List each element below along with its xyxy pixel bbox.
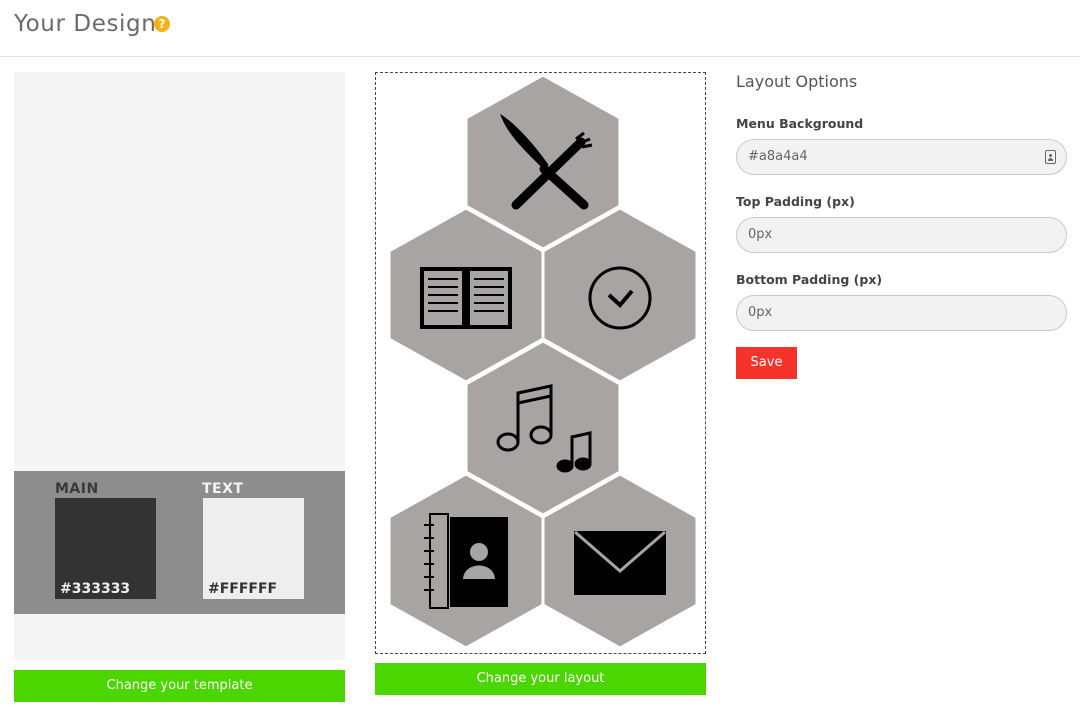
page-header: Your Design ? xyxy=(0,0,1080,57)
menu-background-value: #a8a4a4 xyxy=(748,149,808,164)
layout-options-panel: Layout Options Menu Background #a8a4a4 T… xyxy=(736,70,1067,379)
main-color-label: MAIN xyxy=(55,481,99,497)
change-template-button[interactable]: Change your template xyxy=(14,670,345,702)
top-padding-value: 0px xyxy=(748,227,773,242)
bottom-padding-value: 0px xyxy=(748,305,773,320)
hex-menu xyxy=(387,73,699,650)
main-color-code: #333333 xyxy=(60,581,131,597)
envelope-icon xyxy=(574,530,666,595)
template-preview: MAIN TEXT #333333 #FFFFFF xyxy=(14,72,345,660)
text-color-code: #FFFFFF xyxy=(208,581,278,597)
color-swatch-band: MAIN TEXT #333333 #FFFFFF xyxy=(14,471,345,614)
options-title: Layout Options xyxy=(736,72,858,91)
top-padding-label: Top Padding (px) xyxy=(736,194,855,209)
menu-background-input[interactable]: #a8a4a4 xyxy=(736,139,1067,175)
question-circle-icon[interactable]: ? xyxy=(154,16,170,32)
layout-preview xyxy=(375,72,706,654)
contact-card-icon[interactable] xyxy=(1045,150,1056,164)
bottom-padding-label: Bottom Padding (px) xyxy=(736,272,883,287)
text-color-swatch: #FFFFFF xyxy=(203,498,304,599)
change-layout-button[interactable]: Change your layout xyxy=(375,663,706,695)
text-color-label: TEXT xyxy=(202,481,244,497)
bottom-padding-input[interactable]: 0px xyxy=(736,295,1067,331)
page-title: Your Design xyxy=(14,11,157,37)
save-button[interactable]: Save xyxy=(736,347,797,379)
menu-background-label: Menu Background xyxy=(736,116,864,131)
main-color-swatch: #333333 xyxy=(55,498,156,599)
top-padding-input[interactable]: 0px xyxy=(736,217,1067,253)
